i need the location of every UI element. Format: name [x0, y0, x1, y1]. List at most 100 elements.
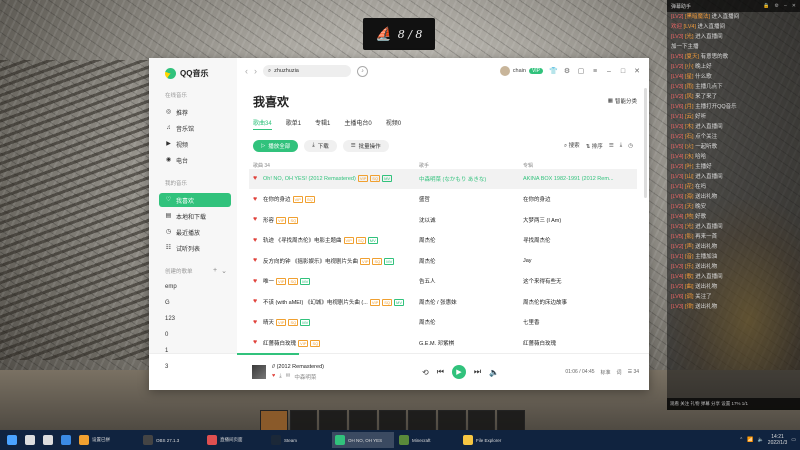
song-album[interactable]: AKINA BOX 1982-1991 (2012 Rem...	[523, 176, 637, 182]
menu-icon[interactable]: ≡	[591, 68, 599, 75]
tab-1[interactable]: 歌单1	[286, 118, 301, 130]
table-row[interactable]: ♥ 晴天 VIP SQ MV 周杰伦 七里香	[249, 312, 637, 333]
sidebar-playlist-0[interactable]: emp	[149, 279, 237, 295]
column-song[interactable]: 歌曲 34	[253, 162, 419, 169]
play-all-button[interactable]: ▷ 播放全部	[253, 139, 299, 152]
table-row[interactable]: ♥ 形容 VIP SQ 沈以诚 大梦两三 (I Am)	[249, 210, 637, 231]
song-title-cell[interactable]: 红蔷薇白玫瑰 VIP SQ	[263, 339, 419, 347]
song-artist[interactable]: 盛哲	[419, 195, 523, 203]
song-album[interactable]: 在你的身边	[523, 195, 637, 203]
skin-icon[interactable]: 👕	[549, 67, 558, 75]
list-view-icon[interactable]: ☰	[609, 143, 614, 149]
sidebar-playlist-1[interactable]: G	[149, 295, 237, 311]
song-album[interactable]: 寻找周杰伦	[523, 236, 637, 244]
history-icon[interactable]: ◷	[628, 143, 633, 149]
table-row[interactable]: ♥ 在你的身边 VIP SQ 盛哲 在你的身边	[249, 189, 637, 210]
taskbar-item-3[interactable]	[58, 432, 74, 448]
heart-icon[interactable]: ♥	[253, 237, 263, 244]
tab-4[interactable]: 视频0	[386, 118, 401, 130]
notification-icon[interactable]: ▭	[791, 437, 796, 443]
download-all-icon[interactable]: ⤓	[620, 142, 622, 149]
user-area[interactable]: chain VIP	[499, 66, 543, 77]
sidebar-item-online-2[interactable]: ▶ 视频	[149, 137, 231, 151]
mini-mode-icon[interactable]: ▢	[577, 67, 585, 75]
playlist-icon[interactable]: ☰ 34	[628, 369, 639, 375]
song-artist[interactable]: 告五人	[419, 277, 523, 285]
taskbar-item-4[interactable]: 设置已拼	[76, 432, 138, 448]
sidebar-playlist-2[interactable]: 123	[149, 311, 237, 327]
chat-minimize-icon[interactable]: –	[784, 3, 787, 9]
song-artist[interactable]: G.E.M. 邓紫棋	[419, 339, 523, 347]
lyrics-icon[interactable]: 词	[617, 369, 622, 376]
song-artist[interactable]: 中森明菜 (なかもり あきな)	[419, 175, 523, 183]
sort-button[interactable]: ⇅ 排序	[586, 142, 603, 150]
song-album[interactable]: 周杰伦的床边故事	[523, 298, 637, 306]
sidebar-item-mine-0[interactable]: ♡ 我喜欢	[159, 193, 231, 207]
taskbar-item-0[interactable]	[4, 432, 20, 448]
heart-icon[interactable]: ♥	[253, 319, 263, 326]
download-button[interactable]: ⤓ 下载	[304, 139, 337, 152]
taskbar-item-6[interactable]: 直播间页面	[204, 432, 266, 448]
list-search-button[interactable]: ⌕ 搜索	[564, 141, 580, 150]
back-arrow-icon[interactable]: ‹	[245, 66, 248, 76]
column-artist[interactable]: 歌手	[419, 162, 523, 169]
table-row[interactable]: ♥ 不该 (with aMEI) 《幻城》电视剧片头曲 (... VIP SQ MV 周杰…	[249, 292, 637, 313]
taskbar-item-8[interactable]: OH NO, OH YES	[332, 432, 394, 448]
sidebar-item-mine-1[interactable]: ▤ 本地和下载	[149, 209, 231, 223]
song-title-cell[interactable]: 在你的身边 VIP SQ	[263, 195, 419, 204]
song-artist[interactable]: 沈以诚	[419, 216, 523, 224]
song-title-cell[interactable]: Oh! NO, OH YES! (2012 Remastered) VIP SQ MV	[263, 175, 419, 183]
tray-arrow-icon[interactable]: ⌃	[739, 437, 743, 443]
sidebar-item-online-3[interactable]: ◉ 电台	[149, 153, 231, 167]
comment-icon[interactable]: ✉	[286, 373, 291, 381]
song-album[interactable]: 红蔷薇白玫瑰	[523, 339, 637, 347]
scrollbar[interactable]	[644, 88, 647, 198]
next-icon[interactable]: ⏭	[474, 367, 481, 377]
chat-lock-icon[interactable]: 🔒	[763, 3, 769, 9]
table-row[interactable]: ♥ 红蔷薇白玫瑰 VIP SQ G.E.M. 邓紫棋 红蔷薇白玫瑰	[249, 333, 637, 354]
heart-icon[interactable]: ♥	[253, 278, 263, 285]
like-icon[interactable]: ♥	[272, 373, 275, 381]
table-row[interactable]: ♥ 轨迹 《寻找周杰伦》电影主题曲 VIP SQ MV 周杰伦 寻找周杰伦	[249, 230, 637, 251]
now-playing-title[interactable]: // (2012 Remastered)	[272, 364, 402, 370]
sidebar-item-mine-3[interactable]: ☷ 试听列表	[149, 241, 231, 255]
song-artist[interactable]: 周杰伦 / 张惠妹	[419, 298, 523, 306]
sidebar-item-online-0[interactable]: ◎ 推荐	[149, 105, 231, 119]
playback-progress[interactable]	[237, 353, 299, 355]
add-playlist-icon[interactable]: +	[213, 267, 217, 275]
song-artist[interactable]: 周杰伦	[419, 318, 523, 326]
close-icon[interactable]: ✕	[633, 67, 641, 75]
song-title-cell[interactable]: 形容 VIP SQ	[263, 216, 419, 224]
volume-icon[interactable]: 🔈	[489, 368, 499, 377]
speaker-icon[interactable]: 🔈	[758, 437, 764, 443]
maximize-icon[interactable]: □	[619, 68, 627, 75]
taskbar-item-5[interactable]: OBS 27.1.3	[140, 432, 202, 448]
mic-icon[interactable]: ♪	[357, 65, 368, 77]
prev-icon[interactable]: ⏮	[437, 367, 444, 377]
sidebar-item-mine-2[interactable]: ◷ 最近播放	[149, 225, 231, 239]
heart-icon[interactable]: ♥	[253, 175, 263, 182]
taskbar-item-7[interactable]: Steam	[268, 432, 330, 448]
song-artist[interactable]: 周杰伦	[419, 236, 523, 244]
song-title-cell[interactable]: 轨迹 《寻找周杰伦》电影主题曲 VIP SQ MV	[263, 236, 419, 245]
table-row[interactable]: ♥ 反方向的钟 《摇影娱乐》电视剧片头曲 VIP SQ MV 周杰伦 Jay	[249, 251, 637, 272]
download-small-icon[interactable]: ⤓	[279, 373, 281, 381]
batch-button[interactable]: ☰ 批量操作	[342, 139, 389, 152]
forward-arrow-icon[interactable]: ›	[254, 66, 257, 76]
song-title-cell[interactable]: 晴天 VIP SQ MV	[263, 318, 419, 327]
album-cover[interactable]	[252, 365, 266, 379]
tab-3[interactable]: 主播电台0	[344, 118, 371, 130]
loop-icon[interactable]: ⟲	[422, 368, 429, 377]
tab-2[interactable]: 专辑1	[315, 118, 330, 130]
song-album[interactable]: 七里香	[523, 318, 637, 326]
sidebar-item-online-1[interactable]: ♫ 音乐馆	[149, 121, 231, 135]
heart-icon[interactable]: ♥	[253, 257, 263, 264]
heart-icon[interactable]: ♥	[253, 216, 263, 223]
search-input[interactable]: ⌕ zhuzhuzia	[263, 65, 351, 78]
song-title-cell[interactable]: 唯一 VIP SQ MV	[263, 277, 419, 286]
song-album[interactable]: Jay	[523, 258, 637, 264]
minimize-icon[interactable]: –	[605, 68, 613, 75]
heart-icon[interactable]: ♥	[253, 339, 263, 346]
taskbar-item-2[interactable]	[40, 432, 56, 448]
heart-icon[interactable]: ♥	[253, 196, 263, 203]
